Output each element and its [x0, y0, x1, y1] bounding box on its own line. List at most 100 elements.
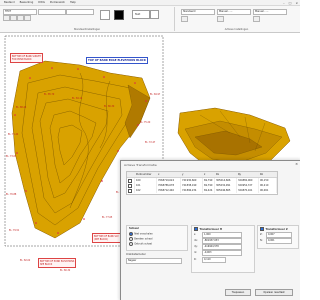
table-cell: 90,061 [259, 188, 277, 193]
mode-dropdown-2[interactable]: Manual - ... [253, 9, 287, 15]
scale-panel-title: Schaal [129, 227, 139, 230]
param-label: dx: [194, 239, 198, 242]
mode-dropdown[interactable]: Manual - ... [217, 9, 251, 15]
save-result-button[interactable]: Opslaan resultaat [255, 289, 293, 296]
menu-dwg[interactable]: DWG [38, 1, 45, 4]
color-black-swatch[interactable] [114, 10, 124, 20]
checkbox-icon[interactable] [128, 183, 132, 188]
panel-title: Transformeer Z [260, 227, 288, 232]
ribbon-small-button[interactable] [217, 16, 224, 22]
elevation-label: EL: 86.30 [104, 105, 115, 108]
elevation-label: EL: 75.20 [140, 121, 151, 124]
table-cell: 102 [135, 188, 157, 193]
param-label: rz: [194, 251, 198, 254]
scale-option[interactable]: Niet verschalen [129, 232, 153, 237]
elevation-label: EL: 79.51 [9, 229, 20, 232]
minimize-icon[interactable]: – [283, 1, 285, 5]
annotation-callout: BOTTOM OF BANK SURVEY FOR POND BLOCK [10, 53, 44, 63]
column-header[interactable]: Rz [259, 172, 277, 177]
style-dropdown[interactable]: Standaard [181, 9, 215, 15]
param-label: dy: [194, 245, 198, 248]
annotation-callout: BOTTOM OF BANK SAY (SEE BLOCK) [92, 233, 121, 243]
checkbox-checked-icon[interactable] [194, 227, 199, 232]
transform-z-panel: Transformeer Z Z: 0,007 N: 0,001 [257, 225, 299, 249]
points-table: Puntnummer x y z Rx Ry Rz 100 7068719,62… [126, 171, 278, 195]
column-header[interactable]: Rx [215, 172, 237, 177]
residual-value-field: 0,110 [202, 257, 226, 263]
checkbox-checked-icon[interactable] [260, 227, 265, 232]
close-icon[interactable]: × [295, 1, 298, 5]
radio-icon[interactable] [129, 242, 134, 247]
ribbon-small-button[interactable] [17, 15, 24, 21]
transformation-dialog: Actieve Transformatie × Puntnummer x y z… [120, 160, 300, 300]
panel-title: Transformeer H [194, 227, 222, 232]
scale-option[interactable]: Bereken schaal [129, 237, 152, 242]
table-cell: 69,424 [203, 188, 215, 193]
checkbox-icon[interactable] [128, 178, 132, 183]
column-header[interactable]: Puntnummer [135, 172, 157, 177]
elevation-label: EL: 85.79 [44, 93, 55, 96]
apply-button[interactable]: Toepassen [225, 289, 251, 296]
elevation-label: EL: 84.12 [72, 97, 83, 100]
param-label: R: [194, 258, 197, 261]
ribbon-group-title: Standaardinstellingen [73, 28, 101, 31]
lineweight-dropdown[interactable] [66, 9, 94, 15]
column-header[interactable]: Ry [237, 172, 259, 177]
row-checkbox[interactable] [127, 188, 135, 193]
column-header[interactable]: z [203, 172, 215, 177]
menu-file[interactable]: Bestand [4, 1, 15, 4]
elevation-label: EL: 88.24 [16, 106, 27, 109]
ribbon-small-button[interactable] [3, 15, 10, 21]
elevation-label: EL: 80.32 [60, 269, 71, 272]
param-label: Z: [260, 233, 263, 236]
orientation-label: Oriëntatiemodel [126, 253, 146, 256]
checkbox-icon[interactable] [128, 188, 132, 193]
transform-h-panel: Transformeer H s: 1,000 dx: -801937,033 … [191, 225, 255, 273]
ribbon-group-standard: TEXT Text Standaardinstellingen [0, 7, 175, 31]
ribbon-small-button[interactable] [253, 16, 260, 22]
elevation-label: EL: 69.97 [150, 93, 161, 96]
color-white-swatch[interactable] [100, 10, 110, 20]
ribbon-toolbar: TEXT Text Standaardinstellingen Standaar… [0, 6, 300, 33]
linetype-dropdown[interactable] [38, 9, 66, 15]
n-value-field[interactable]: 0,001 [266, 238, 292, 244]
column-header[interactable]: x [157, 172, 181, 177]
column-header [127, 172, 135, 177]
menu-edit[interactable]: Bewerking [20, 1, 34, 4]
menu-help[interactable]: Help [70, 1, 76, 4]
param-label: s: [194, 233, 197, 236]
elevation-label: EL: 77.65 [102, 216, 113, 219]
ribbon-small-button[interactable] [181, 16, 188, 22]
scale-panel: Schaal Niet verschalen Bereken schaal Ge… [126, 225, 188, 251]
table-row[interactable]: 102 7068712,440 741896,234 69,424 305046… [127, 188, 277, 193]
dialog-title: Actieve Transformatie [124, 163, 157, 167]
table-cell: 7068712,440 [157, 188, 181, 193]
radio-icon[interactable] [129, 237, 134, 242]
rz-value-field[interactable]: -0,003 [202, 250, 242, 256]
table-cell: 324870,161 [237, 188, 259, 193]
elevation-label: EL: 71.44 [8, 133, 19, 136]
elevation-label: EL: 82.02 [20, 259, 31, 262]
param-label: N: [260, 239, 263, 242]
ribbon-group-active: Standaard Manual - ... Manual - ... Acti… [175, 7, 298, 31]
table-cell: 741896,234 [181, 188, 203, 193]
ribbon-small-button[interactable] [24, 15, 31, 21]
ribbon-group-title: Actieve Instellingen [224, 28, 249, 31]
column-header[interactable]: y [181, 172, 203, 177]
annotation-callout: BOTTOM OF POND ELEVATIONS SEE BLOCK [38, 258, 77, 268]
color-picker-button[interactable] [150, 10, 159, 19]
scale-option[interactable]: Gebruik schaal [129, 242, 152, 247]
radio-selected-icon[interactable] [129, 232, 134, 237]
elevation-label: EL: 76.88 [6, 193, 17, 196]
application-window: Bestand Bewerking DWG Puntenwolk Help – … [0, 0, 300, 300]
title-callout: TOP OF BANK EDGE ELEVATIONS BLOCK [86, 57, 148, 64]
menu-bar: Bestand Bewerking DWG Puntenwolk Help [4, 0, 76, 5]
menu-pointcloud[interactable]: Puntenwolk [50, 1, 65, 4]
text-button[interactable]: Text [132, 10, 150, 19]
close-icon[interactable]: × [295, 162, 298, 166]
ribbon-small-button[interactable] [10, 15, 17, 21]
table-cell: 305046,865 [215, 188, 237, 193]
orientation-dropdown[interactable]: Negeer [126, 258, 182, 264]
elevation-label: EL: 73.05 [6, 155, 17, 158]
maximize-icon[interactable]: □ [289, 1, 292, 5]
